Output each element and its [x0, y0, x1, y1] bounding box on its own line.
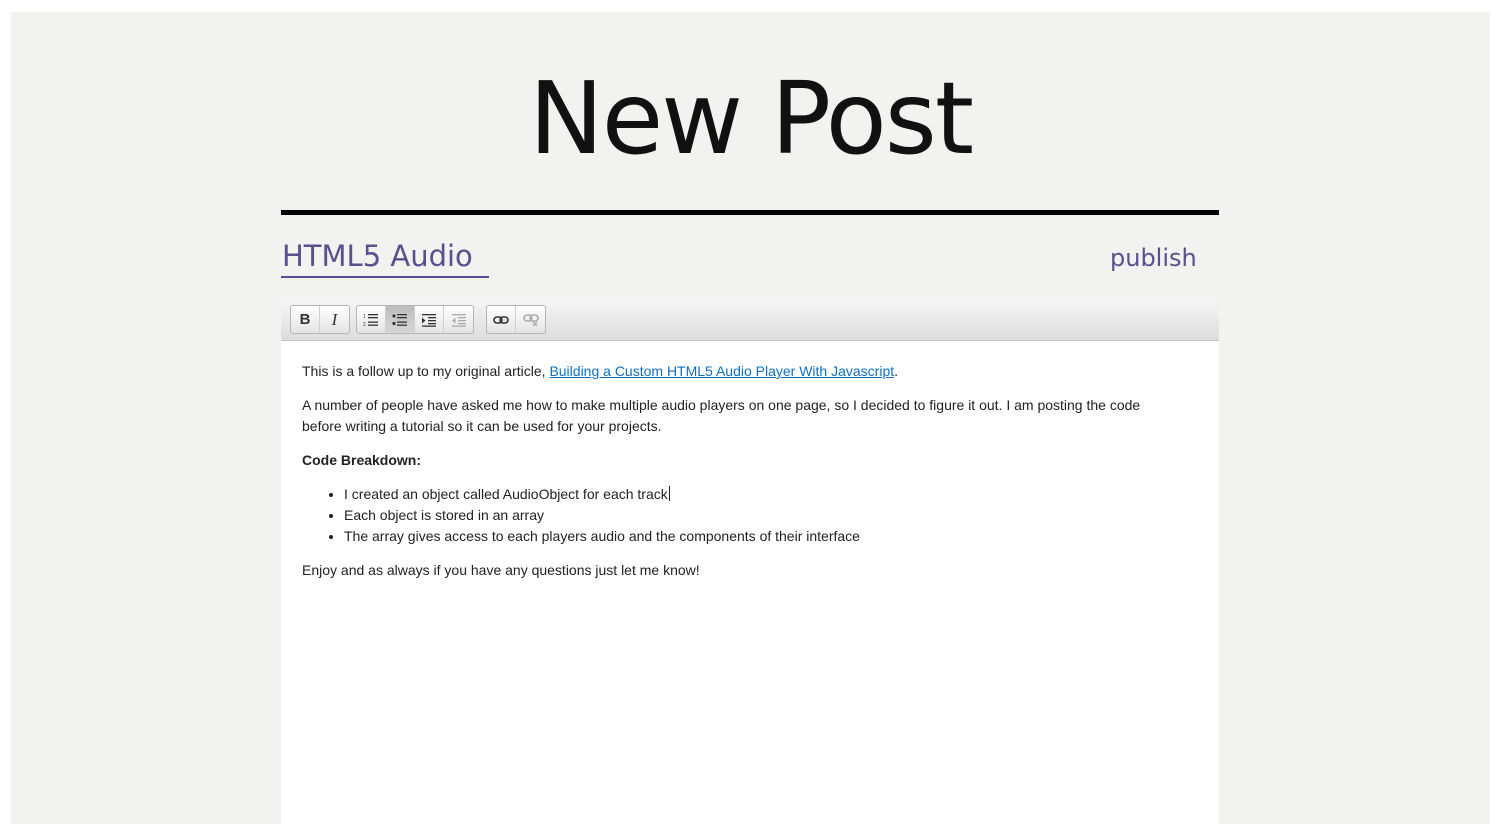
body-paragraph: A number of people have asked me how to …	[302, 397, 1141, 434]
section-heading-text: Code Breakdown:	[302, 452, 422, 468]
unlink-button[interactable]	[516, 306, 545, 333]
post-title-input[interactable]	[281, 238, 489, 278]
list-item: I created an object called AudioObject f…	[344, 484, 1182, 505]
italic-button[interactable]: I	[320, 306, 349, 333]
rich-text-editor: B I 1 2 This is a follow up to my origin…	[281, 298, 1219, 824]
intro-paragraph: This is a follow up to my original artic…	[302, 361, 1182, 382]
outdent-button[interactable]	[444, 306, 473, 333]
unordered-list-button[interactable]	[386, 306, 415, 333]
bold-icon: B	[299, 311, 311, 328]
indent-button[interactable]	[415, 306, 444, 333]
list-group: 1 2	[356, 305, 474, 334]
page: New Post publish B I 1 2	[11, 12, 1490, 824]
italic-icon: I	[331, 309, 338, 329]
text-cursor	[668, 486, 670, 501]
indent-icon	[422, 313, 436, 327]
section-heading: Code Breakdown:	[302, 450, 1182, 471]
original-article-link[interactable]: Building a Custom HTML5 Audio Player Wit…	[549, 363, 894, 379]
link-button[interactable]	[487, 306, 516, 333]
bold-button[interactable]: B	[291, 306, 320, 333]
outdent-icon	[451, 313, 466, 327]
unlink-icon	[522, 313, 539, 326]
editor-toolbar: B I 1 2	[281, 298, 1219, 341]
list-item: The array gives access to each players a…	[344, 526, 1182, 547]
ordered-list-icon: 1 2	[363, 313, 378, 327]
breakdown-list: I created an object called AudioObject f…	[302, 484, 1182, 547]
ordered-list-button[interactable]: 1 2	[357, 306, 386, 333]
svg-text:1: 1	[363, 314, 366, 320]
editor-content[interactable]: This is a follow up to my original artic…	[302, 361, 1182, 594]
intro-text: This is a follow up to my original artic…	[302, 363, 550, 379]
intro-period: .	[894, 363, 899, 379]
closing-paragraph: Enjoy and as always if you have any ques…	[302, 562, 700, 578]
list-item-text: I created an object called AudioObject f…	[344, 486, 668, 502]
title-divider	[281, 210, 1219, 215]
page-title: New Post	[528, 60, 974, 177]
link-group	[486, 305, 546, 334]
list-item: Each object is stored in an array	[344, 505, 1182, 526]
publish-button[interactable]: publish	[1110, 244, 1197, 272]
link-icon	[493, 315, 509, 324]
unordered-list-icon	[392, 313, 407, 326]
text-format-group: B I	[290, 305, 350, 334]
svg-text:2: 2	[363, 322, 366, 327]
